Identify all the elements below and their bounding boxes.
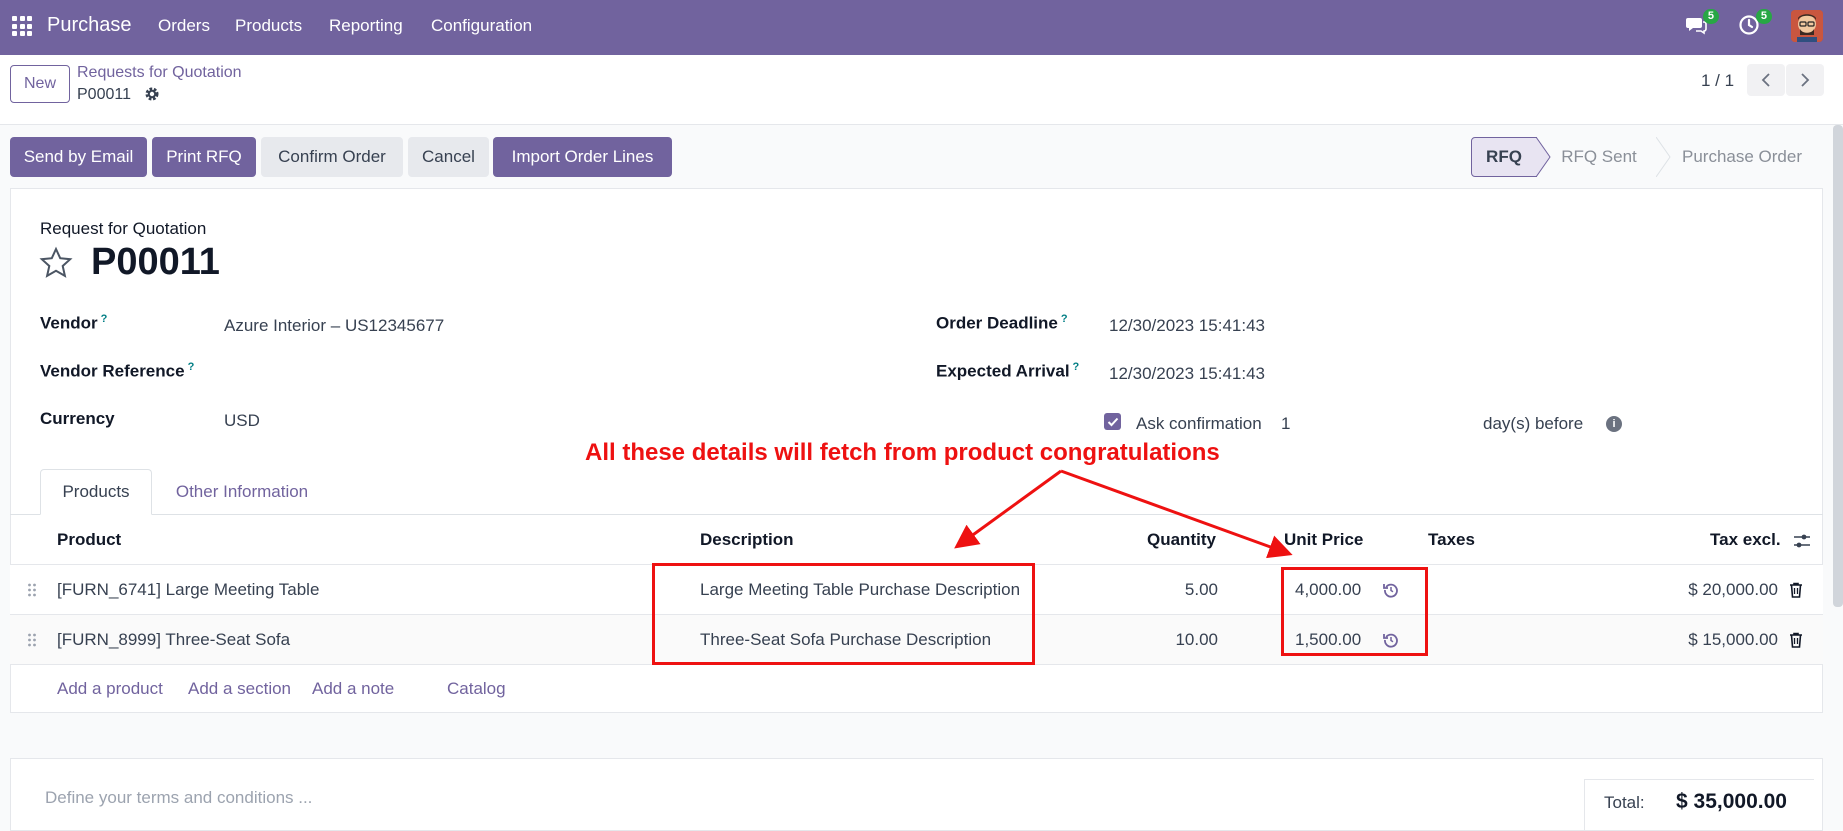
status-rfq-sent[interactable]: RFQ Sent: [1540, 137, 1658, 177]
send-by-email-button[interactable]: Send by Email: [10, 137, 147, 177]
trash-icon[interactable]: [1789, 632, 1803, 648]
column-header-unit-price[interactable]: Unit Price: [1284, 530, 1363, 550]
activities-badge: 5: [1755, 9, 1772, 24]
line-product[interactable]: [FURN_8999] Three-Seat Sofa: [57, 630, 290, 650]
expected-arrival-field[interactable]: 12/30/2023 15:41:43: [1109, 364, 1265, 384]
expected-arrival-label: Expected Arrival?: [936, 361, 1080, 381]
order-deadline-field[interactable]: 12/30/2023 15:41:43: [1109, 316, 1265, 336]
star-icon[interactable]: [39, 246, 73, 280]
optional-columns-icon[interactable]: [1793, 532, 1811, 550]
total-value: $ 35,000.00: [1676, 790, 1787, 813]
ask-confirmation-days-field[interactable]: 1: [1281, 414, 1290, 434]
document-type-label: Request for Quotation: [40, 219, 207, 238]
scrollbar[interactable]: [1833, 125, 1843, 607]
cancel-button[interactable]: Cancel: [408, 137, 489, 177]
catalog-link[interactable]: Catalog: [447, 679, 506, 699]
notes-divider: [10, 758, 1823, 759]
top-navbar: Purchase Orders Products Reporting Confi…: [0, 0, 1843, 55]
line-quantity[interactable]: 5.00: [1090, 580, 1218, 600]
drag-handle-icon[interactable]: [27, 632, 37, 648]
currency-field[interactable]: USD: [224, 411, 260, 431]
vendor-reference-label: Vendor Reference?: [40, 361, 195, 381]
terms-conditions-field[interactable]: Define your terms and conditions ...: [45, 788, 312, 808]
days-before-label: day(s) before: [1483, 414, 1584, 433]
breadcrumb-current: P00011: [77, 86, 131, 103]
column-header-product[interactable]: Product: [57, 530, 121, 550]
column-header-quantity[interactable]: Quantity: [1147, 530, 1216, 550]
totals-top-line: [1584, 779, 1814, 780]
tab-other-information[interactable]: Other Information: [162, 469, 322, 515]
status-rfq[interactable]: RFQ: [1471, 137, 1537, 177]
menu-configuration[interactable]: Configuration: [431, 16, 532, 36]
document-number: P00011: [91, 241, 220, 283]
line-quantity[interactable]: 10.00: [1090, 630, 1218, 650]
totals-divider: [1584, 779, 1585, 831]
currency-label: Currency: [40, 409, 115, 428]
column-header-tax-excl[interactable]: Tax excl.: [1710, 530, 1781, 550]
annotation-box-unit-price: [1281, 567, 1428, 656]
vendor-reference-field[interactable]: [224, 364, 624, 386]
import-order-lines-button[interactable]: Import Order Lines: [493, 137, 672, 177]
menu-orders[interactable]: Orders: [158, 16, 210, 36]
tab-products[interactable]: Products: [40, 469, 152, 515]
pager-value[interactable]: 1 / 1: [1701, 71, 1734, 91]
add-note-link[interactable]: Add a note: [312, 679, 394, 699]
ask-confirmation-label: Ask confirmation: [1136, 414, 1262, 433]
trash-icon[interactable]: [1789, 582, 1803, 598]
line-product[interactable]: [FURN_6741] Large Meeting Table: [57, 580, 319, 600]
annotation-box-description: [652, 563, 1035, 665]
app-name[interactable]: Purchase: [47, 14, 132, 37]
activity-clock-icon[interactable]: 5: [1738, 9, 1772, 38]
confirm-order-button[interactable]: Confirm Order: [261, 137, 403, 177]
status-purchase-order[interactable]: Purchase Order: [1662, 137, 1822, 177]
column-header-description[interactable]: Description: [700, 530, 794, 550]
chat-icon[interactable]: 5: [1685, 9, 1719, 38]
menu-products[interactable]: Products: [235, 16, 302, 36]
drag-handle-icon[interactable]: [27, 582, 37, 598]
chevron-left-icon[interactable]: [1747, 64, 1785, 96]
total-label: Total:: [1604, 793, 1645, 812]
avatar[interactable]: [1791, 10, 1823, 42]
breadcrumb-parent[interactable]: Requests for Quotation: [77, 64, 242, 82]
checkbox-checked-icon[interactable]: [1104, 413, 1121, 430]
table-footer-band: [10, 713, 1823, 758]
apps-grid-icon[interactable]: [12, 16, 32, 36]
annotation-text: All these details will fetch from produc…: [585, 439, 1220, 466]
messages-badge: 5: [1702, 9, 1719, 24]
gear-icon[interactable]: [144, 86, 160, 102]
vendor-field[interactable]: Azure Interior – US12345677: [224, 316, 444, 336]
menu-reporting[interactable]: Reporting: [329, 16, 403, 36]
add-section-link[interactable]: Add a section: [188, 679, 291, 699]
line-subtotal: $ 15,000.00: [1688, 630, 1778, 649]
print-rfq-button[interactable]: Print RFQ: [152, 137, 256, 177]
vendor-label: Vendor?: [40, 313, 108, 333]
add-product-link[interactable]: Add a product: [57, 679, 163, 699]
order-deadline-label: Order Deadline?: [936, 313, 1068, 333]
chevron-right-icon[interactable]: [1786, 64, 1824, 96]
column-header-taxes[interactable]: Taxes: [1428, 530, 1475, 550]
new-button[interactable]: New: [10, 65, 70, 103]
info-icon[interactable]: i: [1606, 416, 1622, 432]
line-subtotal: $ 20,000.00: [1688, 580, 1778, 599]
